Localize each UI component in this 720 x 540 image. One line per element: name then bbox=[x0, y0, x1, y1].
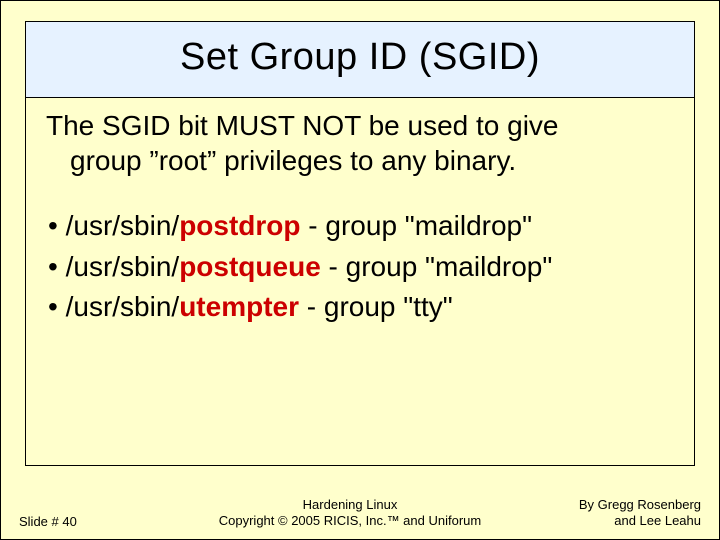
path-prefix: /usr/sbin/ bbox=[66, 291, 180, 322]
intro-line-2: group ”root” privileges to any binary. bbox=[46, 143, 676, 178]
footer-center-line-2: Copyright © 2005 RICIS, Inc.™ and Unifor… bbox=[169, 513, 531, 529]
intro-text: The SGID bit MUST NOT be used to give gr… bbox=[44, 108, 676, 178]
footer-author-line-1: By Gregg Rosenberg bbox=[531, 497, 701, 513]
footer-author-line-2: and Lee Leahu bbox=[531, 513, 701, 529]
footer-center-line-1: Hardening Linux bbox=[169, 497, 531, 513]
footer-right: By Gregg Rosenberg and Lee Leahu bbox=[531, 497, 701, 530]
path-suffix: - group "maildrop" bbox=[321, 251, 553, 282]
path-prefix: /usr/sbin/ bbox=[66, 210, 180, 241]
command-name: postdrop bbox=[179, 210, 300, 241]
footer: Slide # 40 Hardening Linux Copyright © 2… bbox=[1, 497, 719, 530]
intro-line-1: The SGID bit MUST NOT be used to give bbox=[46, 110, 559, 141]
list-item: /usr/sbin/utempter - group "tty" bbox=[48, 287, 676, 328]
bullet-list: /usr/sbin/postdrop - group "maildrop" /u… bbox=[44, 206, 676, 328]
title-box: Set Group ID (SGID) bbox=[25, 21, 695, 98]
body-box: The SGID bit MUST NOT be used to give gr… bbox=[25, 98, 695, 466]
command-name: utempter bbox=[179, 291, 299, 322]
list-item: /usr/sbin/postdrop - group "maildrop" bbox=[48, 206, 676, 247]
path-prefix: /usr/sbin/ bbox=[66, 251, 180, 282]
slide: Set Group ID (SGID) The SGID bit MUST NO… bbox=[0, 0, 720, 540]
slide-number: Slide # 40 bbox=[19, 514, 77, 529]
list-item: /usr/sbin/postqueue - group "maildrop" bbox=[48, 247, 676, 288]
path-suffix: - group "tty" bbox=[299, 291, 453, 322]
footer-center: Hardening Linux Copyright © 2005 RICIS, … bbox=[169, 497, 531, 530]
command-name: postqueue bbox=[179, 251, 321, 282]
footer-left: Slide # 40 bbox=[19, 514, 169, 529]
slide-title: Set Group ID (SGID) bbox=[34, 36, 686, 79]
path-suffix: - group "maildrop" bbox=[301, 210, 533, 241]
